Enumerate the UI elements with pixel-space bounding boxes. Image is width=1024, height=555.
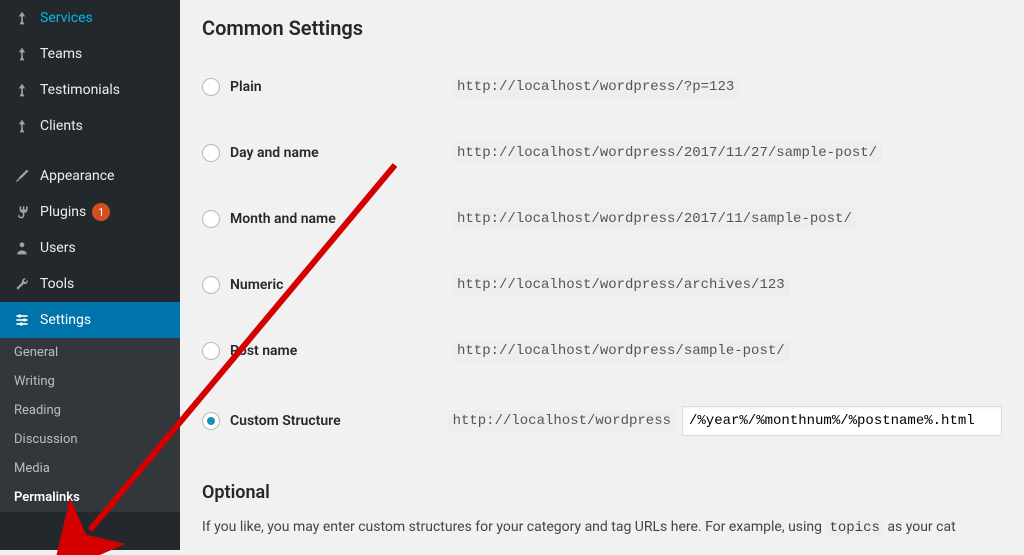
option-row-day-name: Day and name http://localhost/wordpress/… xyxy=(202,120,1002,186)
submenu-writing[interactable]: Writing xyxy=(0,367,180,396)
sidebar-item-clients[interactable]: Clients xyxy=(0,108,180,144)
sidebar-item-label: Appearance xyxy=(40,168,114,184)
option-label[interactable]: Custom Structure xyxy=(230,413,341,429)
sidebar-item-plugins[interactable]: Plugins 1 xyxy=(0,194,180,230)
option-row-plain: Plain http://localhost/wordpress/?p=123 xyxy=(202,54,1002,120)
url-example: http://localhost/wordpress/archives/123 xyxy=(452,274,790,296)
radio-plain[interactable] xyxy=(202,78,220,96)
url-example: http://localhost/wordpress/?p=123 xyxy=(452,76,739,98)
users-icon xyxy=(12,238,32,258)
sidebar-item-label: Plugins xyxy=(40,204,86,220)
sidebar-item-tools[interactable]: Tools xyxy=(0,266,180,302)
optional-paragraph: If you like, you may enter custom struct… xyxy=(202,517,1002,539)
code-topics: topics xyxy=(825,519,883,537)
sidebar-item-label: Services xyxy=(40,10,93,26)
url-prefix: http://localhost/wordpress xyxy=(448,410,676,432)
update-badge: 1 xyxy=(92,203,110,221)
url-example: http://localhost/wordpress/2017/11/sampl… xyxy=(452,208,857,230)
sidebar-item-label: Users xyxy=(40,240,76,256)
option-label[interactable]: Post name xyxy=(230,343,297,359)
option-label[interactable]: Day and name xyxy=(230,145,319,161)
option-row-custom: Custom Structure http://localhost/wordpr… xyxy=(202,384,1002,458)
sidebar-item-label: Clients xyxy=(40,118,83,134)
submenu-discussion[interactable]: Discussion xyxy=(0,425,180,454)
sidebar-item-appearance[interactable]: Appearance xyxy=(0,158,180,194)
sidebar-item-label: Settings xyxy=(40,312,91,328)
sliders-icon xyxy=(12,310,32,330)
pin-icon xyxy=(12,8,32,28)
sidebar-item-label: Tools xyxy=(40,276,74,292)
radio-numeric[interactable] xyxy=(202,276,220,294)
radio-post-name[interactable] xyxy=(202,342,220,360)
submenu-reading[interactable]: Reading xyxy=(0,396,180,425)
admin-sidebar: Services Teams Testimonials Clients Appe… xyxy=(0,0,180,550)
wrench-icon xyxy=(12,274,32,294)
option-label[interactable]: Plain xyxy=(230,79,262,95)
option-row-month-name: Month and name http://localhost/wordpres… xyxy=(202,186,1002,252)
radio-custom[interactable] xyxy=(202,412,220,430)
radio-month-name[interactable] xyxy=(202,210,220,228)
radio-day-name[interactable] xyxy=(202,144,220,162)
sidebar-item-teams[interactable]: Teams xyxy=(0,36,180,72)
option-label[interactable]: Numeric xyxy=(230,277,283,293)
pin-icon xyxy=(12,80,32,100)
option-row-numeric: Numeric http://localhost/wordpress/archi… xyxy=(202,252,1002,318)
main-content: Common Settings Plain http://localhost/w… xyxy=(180,0,1024,550)
option-row-post-name: Post name http://localhost/wordpress/sam… xyxy=(202,318,1002,384)
custom-structure-input[interactable] xyxy=(682,406,1002,436)
option-label[interactable]: Month and name xyxy=(230,211,336,227)
optional-heading: Optional xyxy=(202,482,1002,503)
pin-icon xyxy=(12,116,32,136)
sidebar-item-users[interactable]: Users xyxy=(0,230,180,266)
sidebar-item-testimonials[interactable]: Testimonials xyxy=(0,72,180,108)
sidebar-item-services[interactable]: Services xyxy=(0,0,180,36)
section-heading: Common Settings xyxy=(202,16,1002,40)
submenu-media[interactable]: Media xyxy=(0,454,180,483)
sidebar-item-label: Testimonials xyxy=(40,82,120,98)
url-example: http://localhost/wordpress/sample-post/ xyxy=(452,340,790,362)
pin-icon xyxy=(12,44,32,64)
url-example: http://localhost/wordpress/2017/11/27/sa… xyxy=(452,142,882,164)
sidebar-item-settings[interactable]: Settings xyxy=(0,302,180,338)
sidebar-item-label: Teams xyxy=(40,46,82,62)
plug-icon xyxy=(12,202,32,222)
brush-icon xyxy=(12,166,32,186)
submenu-permalinks[interactable]: Permalinks xyxy=(0,483,180,512)
submenu-general[interactable]: General xyxy=(0,338,180,367)
